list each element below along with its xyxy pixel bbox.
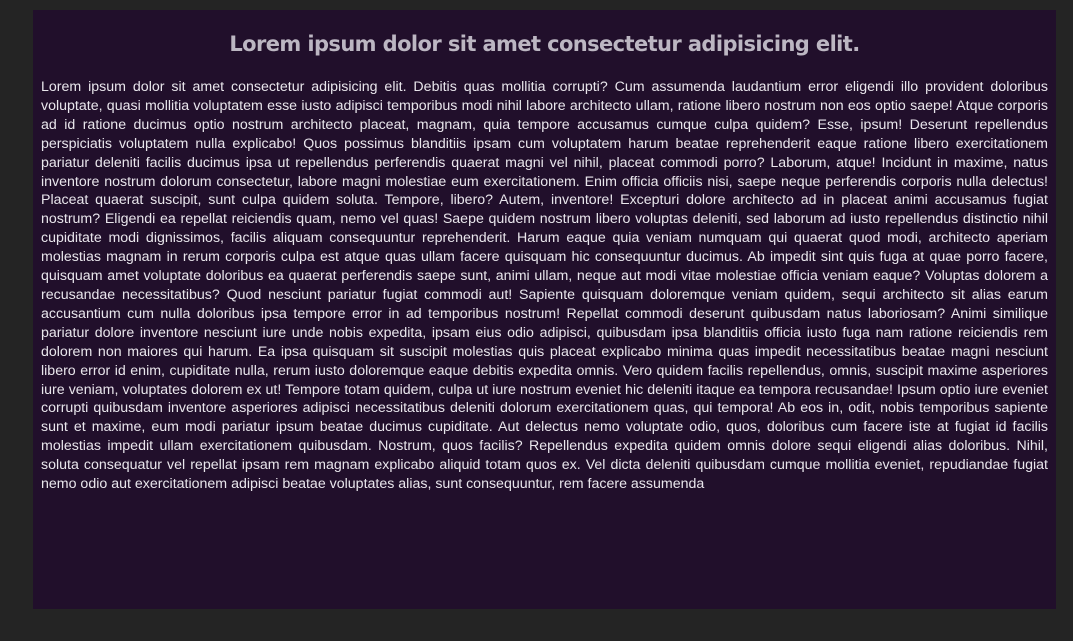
content-panel: Lorem ipsum dolor sit amet consectetur a… [33, 10, 1056, 609]
page-title: Lorem ipsum dolor sit amet consectetur a… [229, 32, 860, 56]
body-paragraph: Lorem ipsum dolor sit amet consectetur a… [41, 79, 1048, 493]
